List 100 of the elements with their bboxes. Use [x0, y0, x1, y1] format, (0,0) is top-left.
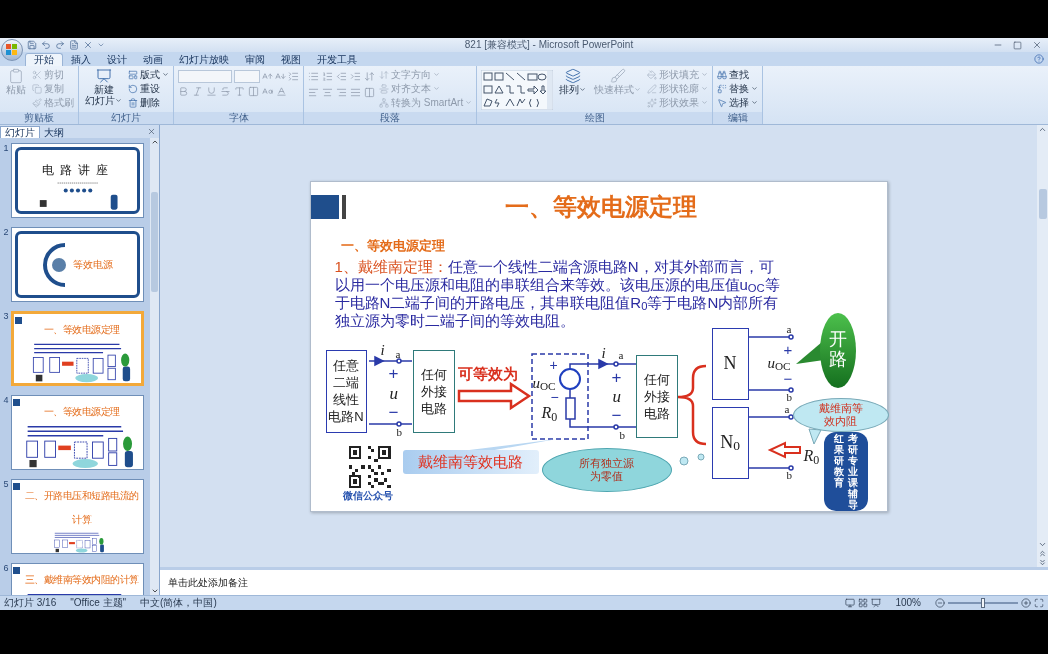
close-icon[interactable] [83, 40, 93, 50]
sorter-view-icon[interactable] [858, 598, 869, 608]
slide-title: 一、等效电源定理 [504, 193, 698, 220]
font-color-icon[interactable] [276, 86, 287, 97]
terminal-label: a [618, 349, 624, 361]
justify-icon[interactable] [350, 87, 361, 98]
columns-icon[interactable] [364, 87, 375, 98]
align-left-icon[interactable] [308, 87, 319, 98]
undo-icon[interactable] [41, 40, 51, 50]
ribbon-button[interactable]: 版式 [128, 68, 169, 81]
box-text: 电路 [643, 404, 670, 422]
terminal-label: a [786, 323, 792, 335]
ribbon-tab[interactable]: 视图 [273, 53, 309, 66]
italic-icon[interactable] [192, 86, 203, 97]
layers-icon [564, 68, 581, 84]
bullets-icon[interactable] [308, 71, 319, 82]
layout-icon [128, 69, 138, 80]
close-icon[interactable] [1032, 40, 1042, 50]
ribbon-tab[interactable]: 设计 [99, 53, 135, 66]
ribbon-tab[interactable]: 插入 [63, 53, 99, 66]
caret-icon [579, 86, 587, 93]
align-right-icon[interactable] [336, 87, 347, 98]
thumbnail-title: 三、戴维南等效内阻的计算 [24, 574, 139, 585]
font-size-field[interactable] [234, 70, 260, 83]
next-slide-icon[interactable] [1038, 558, 1047, 567]
thumbnail-title: 电路讲座 [41, 164, 114, 177]
slide-thumbnail[interactable]: 电路讲座 [11, 143, 144, 218]
slide-number: 2 [2, 227, 10, 237]
bold-icon[interactable] [178, 86, 189, 97]
ribbon-button[interactable]: 选择 [717, 96, 759, 109]
box-text: 二端 [333, 374, 359, 391]
cloud-text: 为零值 [590, 469, 623, 483]
scroll-up-icon[interactable] [1038, 125, 1047, 134]
notes-pane[interactable]: 单击此处添加备注 [160, 567, 1048, 595]
strikethrough-icon[interactable] [220, 86, 231, 97]
polarity-label: − [550, 389, 559, 404]
scroll-thumb[interactable] [151, 191, 158, 292]
previous-slide-icon[interactable] [1038, 549, 1047, 558]
font-name-field[interactable] [178, 70, 232, 83]
cloud-text: 所有独立源 [579, 456, 634, 470]
save-icon[interactable] [27, 40, 37, 50]
document-icon[interactable] [69, 40, 79, 50]
normal-view-icon[interactable] [845, 598, 856, 608]
maximize-icon[interactable] [1013, 40, 1022, 50]
zoom-in-icon[interactable] [1021, 598, 1031, 608]
line-spacing-icon[interactable] [364, 71, 375, 82]
section-heading: 一、等效电源定理 [340, 237, 446, 253]
shadow-icon[interactable] [234, 86, 245, 97]
reset-icon [128, 83, 138, 94]
header-block [310, 194, 339, 219]
align-center-icon[interactable] [322, 87, 333, 98]
current-label: i [601, 345, 606, 361]
underline-icon[interactable] [206, 86, 217, 97]
ribbon-large-button[interactable]: 排列 [557, 68, 589, 95]
shapes-gallery[interactable] [481, 70, 554, 110]
ribbon-tab[interactable]: 开始 [25, 53, 63, 66]
shrink-font-icon[interactable] [275, 71, 286, 82]
indent-icon[interactable] [350, 71, 361, 82]
zoom-out-icon[interactable] [935, 598, 945, 608]
panel-tab[interactable]: 大纲 [40, 126, 68, 138]
group-label: 绘图 [477, 112, 713, 124]
outdent-icon[interactable] [336, 71, 347, 82]
scroll-down-icon[interactable] [150, 587, 159, 595]
ribbon-tab[interactable]: 幻灯片放映 [171, 53, 237, 66]
theorem-paragraph: 1、戴维南定理：任意一个线性二端含源电路N，对其外部而言，可以用一个电压源和电阻的串联组合来等效。该电压源的电压值u$_{OC}$等于电路N二端子间的开路电压，其串联电阻值R$_{0}$等于电路N内部所有独立源为零时二端子间的等效电阻。 [334, 257, 781, 330]
box-text: 电路 [420, 399, 447, 417]
window-title: 821 [兼容模式] - Microsoft PowerPoint [463, 39, 635, 51]
ribbon-button[interactable]: 替换 [717, 82, 759, 95]
scrollbar[interactable] [150, 138, 159, 595]
thought-bubble-dots [679, 453, 704, 465]
terminal-label: b [619, 429, 625, 441]
ribbon-button[interactable]: 查找 [717, 68, 759, 81]
case-icon[interactable] [262, 86, 273, 97]
panel-tab[interactable]: 幻灯片 [0, 126, 40, 138]
scroll-thumb[interactable] [1038, 189, 1047, 219]
ribbon-tab[interactable]: 审阅 [237, 53, 273, 66]
scrollbar[interactable] [1037, 125, 1048, 567]
terminal-label: b [396, 426, 402, 438]
pen-icon [647, 83, 658, 94]
spacing-icon[interactable] [248, 86, 259, 97]
fit-icon[interactable] [1034, 598, 1044, 608]
network-icon [379, 97, 389, 108]
help-icon[interactable] [1034, 54, 1044, 64]
ribbon-button[interactable]: 删除 [128, 96, 169, 109]
grow-font-icon[interactable] [262, 71, 273, 82]
redo-icon[interactable] [55, 40, 65, 50]
ribbon-button[interactable]: 重设 [128, 82, 169, 95]
scroll-up-icon[interactable] [150, 138, 159, 146]
clear-format-icon[interactable] [288, 71, 299, 82]
numbering-icon[interactable] [322, 71, 333, 82]
group-label: 剪贴板 [0, 112, 78, 124]
ribbon-tab[interactable]: 动画 [135, 53, 171, 66]
ribbon-large-button[interactable]: 新建 幻灯片 [83, 68, 124, 106]
ribbon-tab[interactable]: 开发工具 [309, 53, 365, 66]
slideshow-icon[interactable] [871, 598, 882, 608]
current-label: i [380, 342, 385, 358]
caret-icon[interactable] [97, 41, 105, 49]
slider-thumb[interactable] [981, 598, 985, 608]
scroll-down-icon[interactable] [1038, 540, 1047, 549]
header-mark [13, 399, 20, 406]
